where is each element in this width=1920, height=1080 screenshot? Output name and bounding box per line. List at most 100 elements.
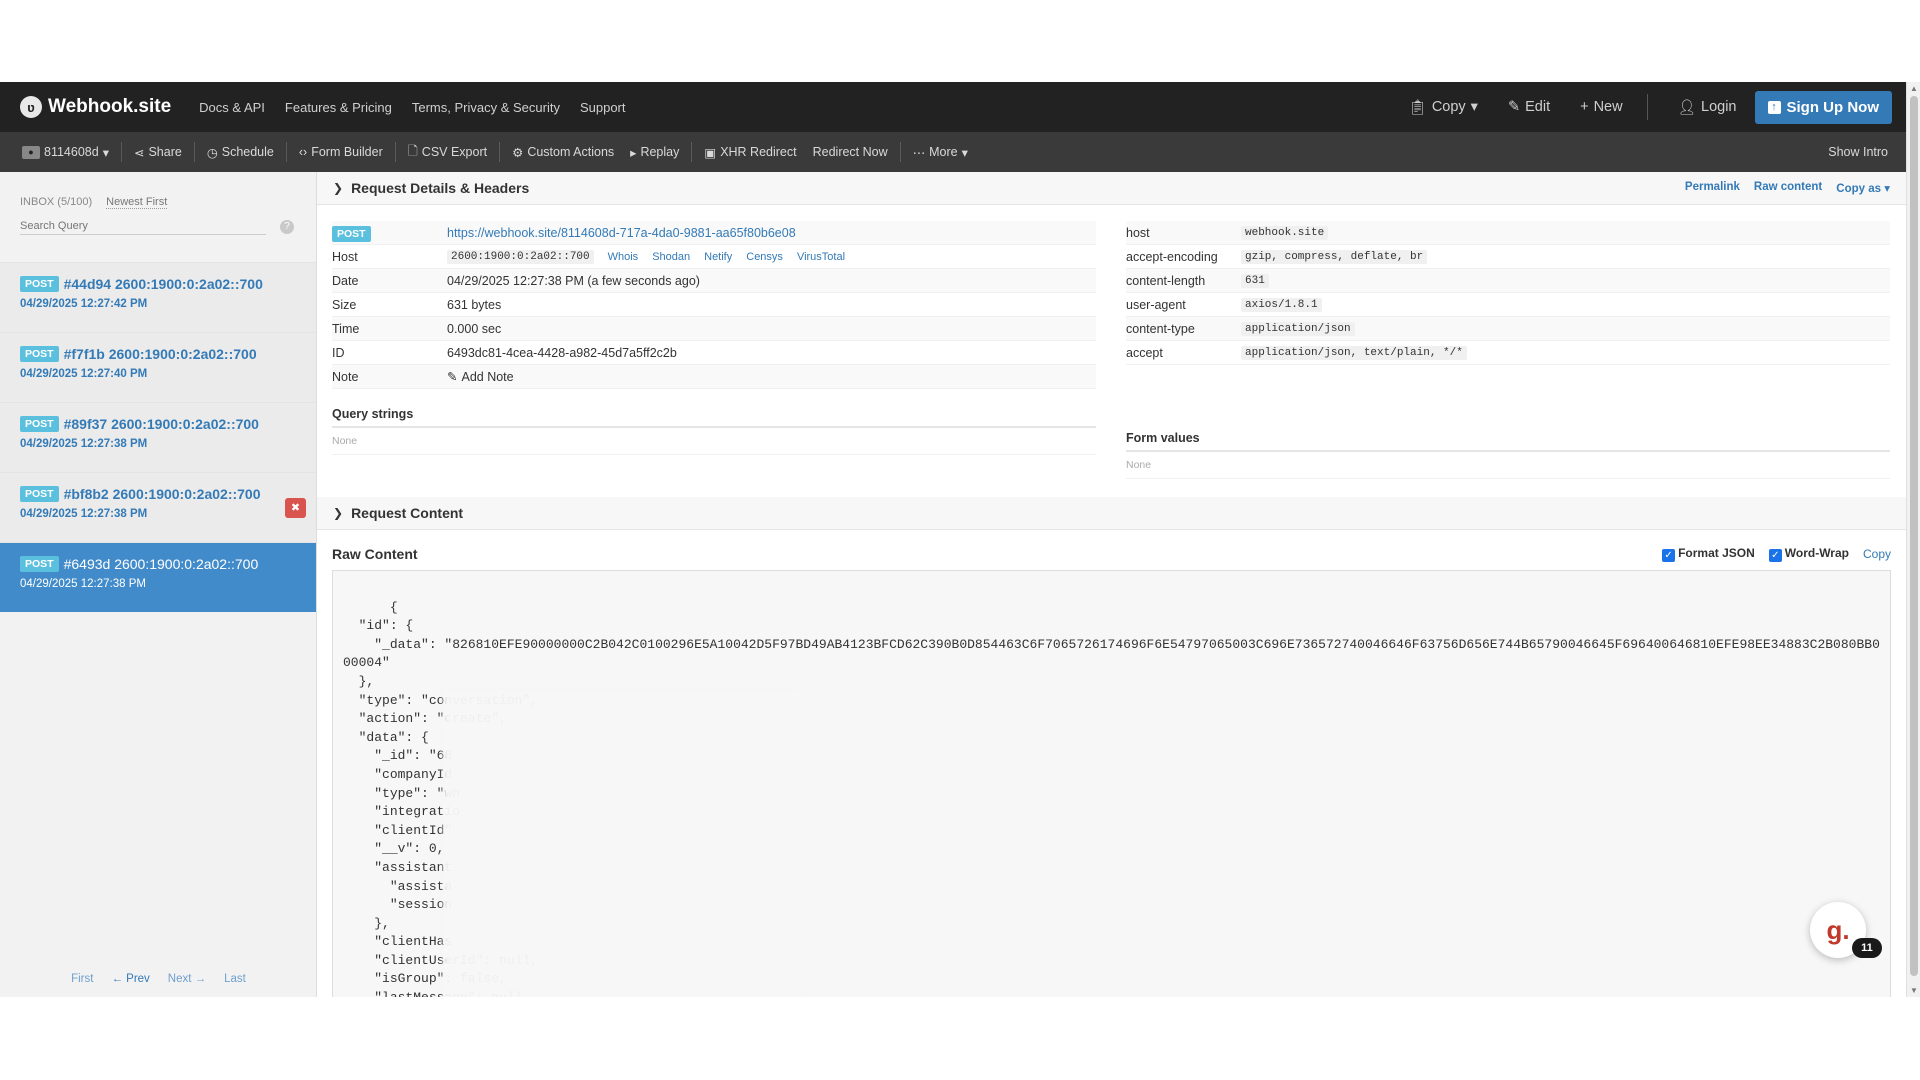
form-values-none: None (1126, 452, 1890, 479)
date-label: Date (332, 273, 359, 288)
delete-request-button[interactable]: ✖ (285, 498, 306, 518)
method-badge: POST (20, 556, 59, 572)
code-icon: ‹› (298, 145, 308, 159)
censys-link[interactable]: Censys (746, 251, 783, 263)
nav-links: Docs & API Features & Pricing Terms, Pri… (199, 100, 625, 115)
new-button[interactable]: + New (1580, 99, 1622, 115)
plus-icon: + (1580, 99, 1589, 115)
scroll-up-icon[interactable]: ▲ (1910, 84, 1918, 93)
pagination: First ← Prev Next → Last (0, 973, 317, 985)
token-dropdown[interactable]: ● 8114608d ▾ (14, 145, 117, 160)
request-item[interactable]: POST #bf8b2 2600:1900:0:2a02::700 04/29/2… (0, 472, 316, 542)
share-icon: ⋖ (133, 145, 145, 160)
header-key: content-length (1126, 273, 1206, 288)
clock-icon: ◷ (206, 145, 218, 160)
header-key: host (1126, 225, 1150, 240)
nav-right: 📋︎ Copy ▾ ✎ Edit + New 👤︎ Login ↑ Sign U… (1378, 90, 1892, 124)
pager-prev[interactable]: ← Prev (111, 973, 149, 985)
replay-button[interactable]: ▸ Replay (622, 145, 687, 160)
share-label: Share (148, 145, 182, 159)
pager-next[interactable]: Next → (168, 973, 206, 985)
nav-terms[interactable]: Terms, Privacy & Security (412, 100, 560, 115)
request-date: 04/29/2025 12:27:38 PM (20, 578, 146, 590)
xhr-redirect-button[interactable]: ▣ XHR Redirect (696, 145, 804, 160)
toolbar-divider (691, 142, 693, 162)
user-icon: 👤︎ (1677, 99, 1697, 116)
custom-actions-button[interactable]: ⚙︎ Custom Actions (504, 145, 622, 160)
webhook-logo-icon: ʋ (20, 96, 42, 118)
request-date: 04/29/2025 12:27:42 PM (20, 298, 148, 310)
time-label: Time (332, 321, 360, 336)
main-panel: ❯ Request Details & Headers Permalink Ra… (317, 172, 1906, 997)
toolbar-divider (899, 142, 901, 162)
inbox-count: INBOX (5/100) (20, 196, 93, 208)
virustotal-link[interactable]: VirusTotal (797, 251, 845, 263)
request-date: 04/29/2025 12:27:40 PM (20, 368, 148, 380)
header-value: application/json (1241, 321, 1355, 336)
play-icon: ▸ (630, 145, 637, 160)
query-strings-none: None (332, 428, 1096, 455)
content-section-header[interactable]: ❯ Request Content (317, 497, 1906, 530)
netify-link[interactable]: Netify (704, 251, 732, 263)
search-input[interactable] (20, 218, 266, 235)
shodan-link[interactable]: Shodan (652, 251, 690, 263)
detail-row-size: Size 631 bytes (332, 293, 1096, 317)
brand-name: Webhook.site (48, 96, 172, 117)
details-section-header[interactable]: ❯ Request Details & Headers Permalink Ra… (317, 172, 1906, 205)
toolbar-divider (193, 142, 195, 162)
replay-label: Replay (640, 145, 680, 159)
request-item[interactable]: POST #89f37 2600:1900:0:2a02::700 04/29/2… (0, 402, 316, 472)
browser-viewport: ʋ Webhook.site Docs & API Features & Pri… (0, 82, 1920, 997)
signup-button[interactable]: ↑ Sign Up Now (1754, 90, 1892, 124)
copy-menu[interactable]: 📋︎ Copy ▾ (1408, 99, 1478, 116)
help-icon[interactable]: ? (280, 219, 294, 234)
chat-unread-badge: 11 (1852, 938, 1882, 958)
raw-content-link[interactable]: Raw content (1754, 181, 1822, 195)
nav-docs[interactable]: Docs & API (199, 100, 265, 115)
more-menu[interactable]: ⋯ More ▾ (905, 145, 976, 160)
nav-pricing[interactable]: Features & Pricing (285, 100, 392, 115)
copy-content-link[interactable]: Copy (1863, 547, 1891, 561)
headers-column: host webhook.site accept-encoding gzip, co… (1126, 221, 1890, 479)
permalink-link[interactable]: Permalink (1685, 181, 1740, 195)
request-item[interactable]: POST #44d94 2600:1900:0:2a02::700 04/29/2… (0, 262, 316, 332)
request-item[interactable]: POST #f7f1b 2600:1900:0:2a02::700 04/29/2… (0, 332, 316, 402)
toolbar-divider (120, 142, 122, 162)
nav-support[interactable]: Support (580, 100, 626, 115)
page-scrollbar[interactable]: ▲ ▼ (1906, 82, 1920, 997)
chat-logo-icon: g. (1826, 914, 1850, 945)
copy-as-menu[interactable]: Copy as ▾ (1836, 181, 1890, 195)
request-title: #f7f1b 2600:1900:0:2a02::700 (63, 346, 257, 362)
login-button[interactable]: 👤︎ Login (1678, 99, 1737, 116)
more-label: More (929, 145, 958, 159)
share-button[interactable]: ⋖ Share (126, 145, 190, 160)
pager-last[interactable]: Last (224, 973, 246, 985)
ellipsis-icon: ⋯ (912, 145, 926, 160)
scroll-thumb[interactable] (1910, 96, 1918, 976)
request-item-selected[interactable]: POST #6493d 2600:1900:0:2a02::700 04/29/2… (0, 542, 316, 612)
add-note-label: Add Note (461, 369, 514, 384)
edit-button[interactable]: ✎ Edit (1508, 99, 1550, 115)
format-json-checkbox[interactable]: ✓ Format JSON (1662, 546, 1755, 562)
scroll-down-icon[interactable]: ▼ (1910, 986, 1918, 995)
checkmark-icon: ✓ (1768, 549, 1782, 562)
header-row: accept-encoding gzip, compress, deflate, … (1126, 245, 1890, 269)
pager-first[interactable]: First (71, 973, 93, 985)
detail-row-time: Time 0.000 sec (332, 317, 1096, 341)
show-intro-button[interactable]: Show Intro (1820, 145, 1896, 159)
size-label: Size (332, 297, 357, 312)
action-toolbar: ● 8114608d ▾ ⋖ Share ◷ Schedule ‹› Form Bui… (0, 132, 1906, 172)
csv-export-button[interactable]: 🗋︎ CSV Export (400, 142, 495, 163)
method-badge: POST (20, 346, 59, 362)
request-url[interactable]: https://webhook.site/8114608d-717a-4da0-… (447, 226, 796, 240)
schedule-button[interactable]: ◷ Schedule (199, 145, 282, 160)
brand[interactable]: ʋ Webhook.site (20, 96, 171, 118)
redirect-now-button[interactable]: Redirect Now (805, 145, 896, 159)
word-wrap-checkbox[interactable]: ✓ Word-Wrap (1768, 546, 1849, 562)
sort-toggle[interactable]: Newest First (106, 196, 168, 209)
add-note-button[interactable]: ✎ Add Note (447, 369, 514, 385)
word-wrap-label: Word-Wrap (1784, 546, 1849, 560)
csv-export-label: CSV Export (421, 145, 488, 159)
form-builder-button[interactable]: ‹› Form Builder (291, 145, 391, 159)
whois-link[interactable]: Whois (608, 251, 639, 263)
